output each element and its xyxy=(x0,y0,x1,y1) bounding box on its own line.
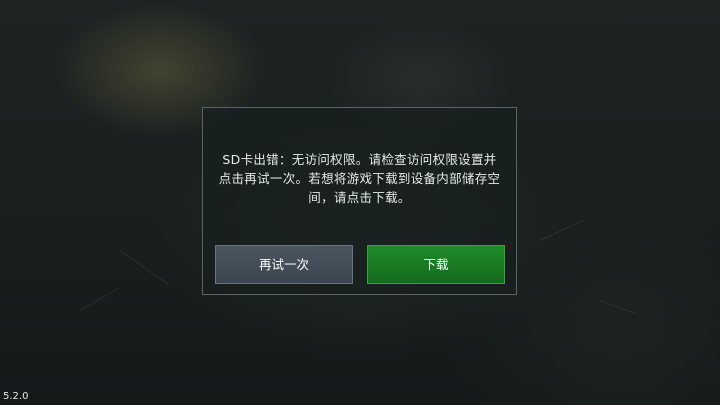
background-streak xyxy=(119,250,170,286)
retry-button[interactable]: 再试一次 xyxy=(215,245,353,284)
version-label: 5.2.0 xyxy=(3,391,29,402)
background-streak xyxy=(539,218,586,241)
background-streak xyxy=(599,300,638,315)
dialog-message: SD卡出错：无访问权限。请检查访问权限设置并点击再试一次。若想将游戏下载到设备内… xyxy=(218,152,501,205)
download-button[interactable]: 下载 xyxy=(367,245,505,284)
error-dialog: SD卡出错：无访问权限。请检查访问权限设置并点击再试一次。若想将游戏下载到设备内… xyxy=(202,107,517,295)
background-streak xyxy=(79,287,120,311)
